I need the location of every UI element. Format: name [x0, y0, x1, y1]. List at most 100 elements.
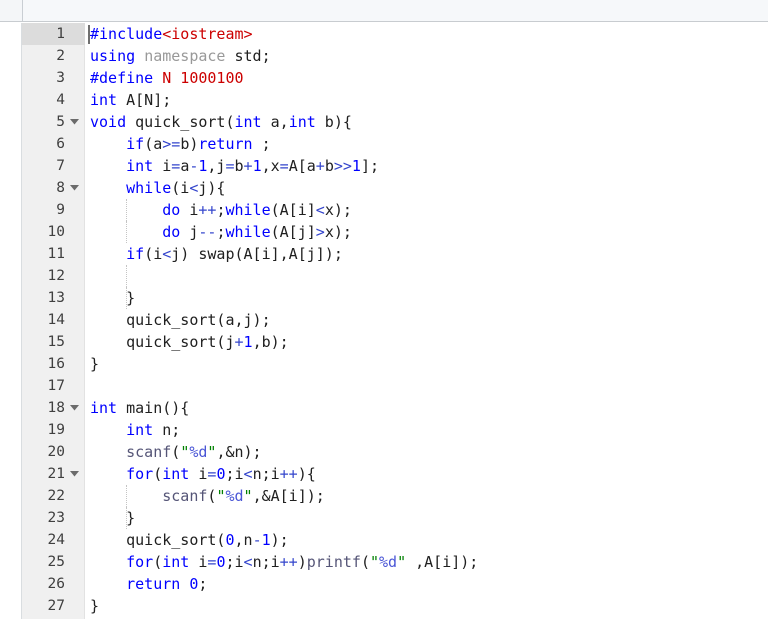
code-line[interactable]: 2 using namespace std;	[0, 45, 768, 67]
code-line[interactable]: 5 void quick_sort(int a,int b){	[0, 111, 768, 133]
code-line[interactable]: 18 int main(){	[0, 397, 768, 419]
code-text[interactable]: quick_sort(j+1,b);	[90, 331, 289, 353]
code-line[interactable]: 26 return 0;	[0, 573, 768, 595]
code-text[interactable]: #include<iostream>	[90, 23, 253, 45]
code-line[interactable]: 16}	[0, 353, 768, 375]
token: 1	[243, 333, 253, 351]
code-lines-container[interactable]: 1 #include<iostream> 2 using namespace std;…	[0, 23, 768, 619]
fold-toggle-icon[interactable]	[68, 397, 81, 419]
code-text[interactable]: if(i<j) swap(A[i],A[j]);	[90, 243, 343, 265]
line-number-cell[interactable]: 23	[22, 507, 85, 529]
code-line[interactable]: 3 #define N 1000100	[0, 67, 768, 89]
line-number-cell[interactable]: 15	[22, 331, 85, 353]
code-text[interactable]: }	[90, 507, 135, 529]
code-line[interactable]: 7 int i=a-1,j=b+1,x=A[a+b>>1];	[0, 155, 768, 177]
code-line[interactable]: 13 }	[0, 287, 768, 309]
token: std;	[234, 47, 271, 65]
code-line[interactable]: 21 for(int i=0;i<n;i++){	[0, 463, 768, 485]
code-text[interactable]: #define N 1000100	[90, 67, 244, 89]
token: --	[198, 223, 217, 241]
code-line[interactable]: 27}	[0, 595, 768, 617]
line-number-cell[interactable]: 27	[22, 595, 85, 617]
code-line[interactable]: 8 while(i<j){	[0, 177, 768, 199]
code-line[interactable]: 15 quick_sort(j+1,b);	[0, 331, 768, 353]
code-line[interactable]: 24 quick_sort(0,n-1);	[0, 529, 768, 551]
code-text[interactable]: for(int i=0;i<n;i++){	[90, 463, 316, 485]
token: int	[90, 399, 118, 417]
code-line[interactable]: 10 do j--;while(A[j]>x);	[0, 221, 768, 243]
code-line[interactable]: 1 #include<iostream>	[0, 23, 768, 45]
code-text[interactable]: }	[90, 353, 99, 375]
line-number-cell[interactable]: 7	[22, 155, 85, 177]
line-number-cell[interactable]: 1	[22, 23, 85, 45]
line-number-cell[interactable]: 24	[22, 529, 85, 551]
code-text[interactable]: using namespace std;	[90, 45, 271, 67]
token: j	[180, 223, 199, 241]
code-line[interactable]: 11 if(i<j) swap(A[i],A[j]);	[0, 243, 768, 265]
line-number-cell[interactable]: 10	[22, 221, 85, 243]
code-text[interactable]: return 0;	[90, 573, 207, 595]
line-number-cell[interactable]: 13	[22, 287, 85, 309]
code-line[interactable]: 9 do i++;while(A[i]<x);	[0, 199, 768, 221]
line-number-cell[interactable]: 21	[22, 463, 85, 485]
code-line[interactable]: 6 if(a>=b)return ;	[0, 133, 768, 155]
code-line[interactable]: 25 for(int i=0;i<n;i++)printf("%d" ,A[i]…	[0, 551, 768, 573]
code-text[interactable]: }	[90, 287, 135, 309]
token: main(){	[117, 399, 190, 417]
line-number-cell[interactable]: 20	[22, 441, 85, 463]
line-number-cell[interactable]: 8	[22, 177, 85, 199]
code-line[interactable]: 4 int A[N];	[0, 89, 768, 111]
code-text[interactable]: int i=a-1,j=b+1,x=A[a+b>>1];	[90, 155, 379, 177]
fold-toggle-icon[interactable]	[68, 111, 81, 133]
code-text[interactable]: }	[90, 595, 99, 617]
line-number-cell[interactable]: 4	[22, 89, 85, 111]
line-number-cell[interactable]: 16	[22, 353, 85, 375]
editor-pane[interactable]: 1 #include<iostream> 2 using namespace std;…	[0, 23, 768, 619]
line-number-cell[interactable]: 26	[22, 573, 85, 595]
code-text[interactable]: for(int i=0;i<n;i++)printf("%d" ,A[i]);	[90, 551, 478, 573]
code-text[interactable]: void quick_sort(int a,int b){	[90, 111, 352, 133]
code-line[interactable]: 12	[0, 265, 768, 287]
line-number-cell[interactable]: 3	[22, 67, 85, 89]
code-editor-window: 1 #include<iostream> 2 using namespace std;…	[0, 0, 768, 619]
code-text[interactable]: int A[N];	[90, 89, 171, 111]
line-number-cell[interactable]: 22	[22, 485, 85, 507]
fold-toggle-icon[interactable]	[68, 463, 81, 485]
line-number-cell[interactable]: 9	[22, 199, 85, 221]
line-number-cell[interactable]: 12	[22, 265, 85, 287]
code-line[interactable]: 19 int n;	[0, 419, 768, 441]
line-number-cell[interactable]: 2	[22, 45, 85, 67]
line-number-cell[interactable]: 5	[22, 111, 85, 133]
code-line[interactable]: 14 quick_sort(a,j);	[0, 309, 768, 331]
line-number-cell[interactable]: 18	[22, 397, 85, 419]
line-number-cell[interactable]: 19	[22, 419, 85, 441]
token: if	[126, 135, 145, 153]
code-text[interactable]: quick_sort(0,n-1);	[90, 529, 289, 551]
line-number-cell[interactable]: 17	[22, 375, 85, 397]
token: quick_sort(	[90, 531, 226, 549]
code-text[interactable]: while(i<j){	[90, 177, 225, 199]
line-number-cell[interactable]: 6	[22, 133, 85, 155]
code-text[interactable]: int main(){	[90, 397, 189, 419]
fold-toggle-icon[interactable]	[68, 177, 81, 199]
code-text[interactable]: do j--;while(A[j]>x);	[90, 221, 352, 243]
code-line[interactable]: 22 scanf("%d",&A[i]);	[0, 485, 768, 507]
code-text[interactable]: scanf("%d",&n);	[90, 441, 261, 463]
code-text[interactable]: if(a>=b)return ;	[90, 133, 271, 155]
line-number-cell[interactable]: 25	[22, 551, 85, 573]
code-line[interactable]: 23 }	[0, 507, 768, 529]
line-number: 5	[56, 114, 65, 130]
token: ;	[198, 575, 208, 593]
line-number-cell[interactable]: 11	[22, 243, 85, 265]
code-text[interactable]: scanf("%d",&A[i]);	[90, 485, 325, 507]
code-text[interactable]: do i++;while(A[i]<x);	[90, 199, 352, 221]
code-text[interactable]: int n;	[90, 419, 180, 441]
code-text[interactable]: quick_sort(a,j);	[90, 309, 271, 331]
line-number: 3	[56, 70, 65, 86]
code-line[interactable]: 17	[0, 375, 768, 397]
token: b)	[180, 135, 199, 153]
line-number-cell[interactable]: 14	[22, 309, 85, 331]
code-line[interactable]: 20 scanf("%d",&n);	[0, 441, 768, 463]
